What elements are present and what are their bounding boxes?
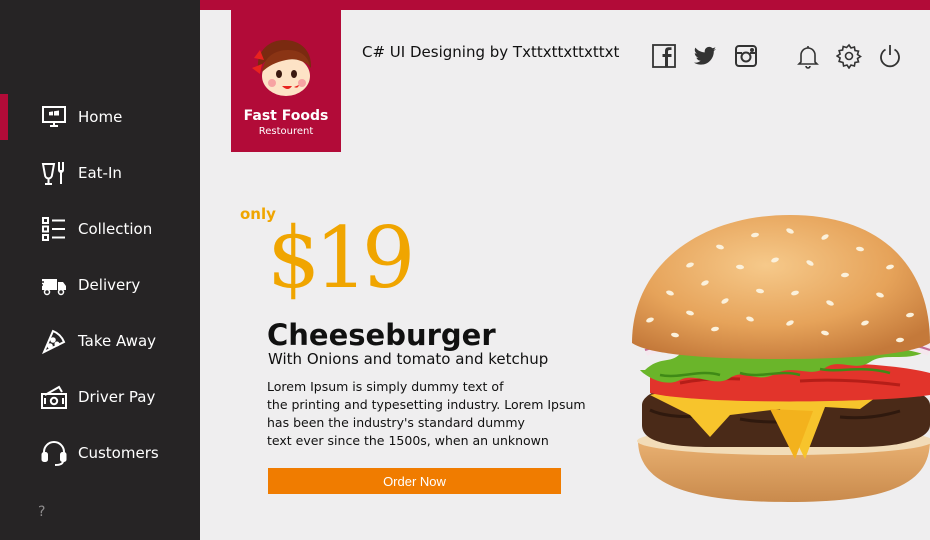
product-title: Cheeseburger <box>267 318 496 352</box>
monitor-icon <box>39 102 69 132</box>
top-accent-bar <box>200 0 930 10</box>
pizza-icon <box>39 326 69 356</box>
sidebar-item-label: Customers <box>78 444 159 462</box>
order-now-button[interactable]: Order Now <box>268 468 561 494</box>
bell-icon[interactable] <box>794 42 822 70</box>
sidebar-item-customers[interactable]: Customers <box>0 430 200 476</box>
truck-icon <box>39 270 69 300</box>
money-icon <box>39 382 69 412</box>
sidebar-item-collection[interactable]: Collection <box>0 206 200 252</box>
sidebar-item-label: Eat-In <box>78 164 122 182</box>
sidebar-item-label: Home <box>78 108 123 126</box>
product-description: Lorem Ipsum is simply dummy text of the … <box>267 379 586 448</box>
brand-name: Fast Foods <box>243 108 329 124</box>
sidebar-item-label: Delivery <box>78 276 141 294</box>
sidebar-item-label: Driver Pay <box>78 388 156 406</box>
cheeseburger-image <box>620 205 930 515</box>
product-subtitle: With Onions and tomato and ketchup <box>268 350 549 368</box>
headset-icon <box>39 438 69 468</box>
power-icon[interactable] <box>876 42 904 70</box>
twitter-icon[interactable] <box>691 42 719 70</box>
brand-tagline: Restourent <box>258 126 314 137</box>
sidebar-item-label: Collection <box>78 220 153 238</box>
sidebar: Home Eat-In Collection Delivery Take Awa… <box>0 0 200 540</box>
sidebar-item-home[interactable]: Home <box>0 94 200 140</box>
brand-logo: Fast Foods Restourent <box>231 10 341 152</box>
instagram-icon[interactable] <box>732 42 760 70</box>
checklist-icon <box>39 214 69 244</box>
facebook-icon[interactable] <box>650 42 678 70</box>
sidebar-item-eat-in[interactable]: Eat-In <box>0 150 200 196</box>
app-title: C# UI Designing by Txttxttxttxttxt <box>362 43 620 61</box>
gear-icon[interactable] <box>835 42 863 70</box>
sidebar-item-take-away[interactable]: Take Away <box>0 318 200 364</box>
sidebar-item-delivery[interactable]: Delivery <box>0 262 200 308</box>
help-button[interactable]: ? <box>38 504 45 520</box>
sidebar-item-driver-pay[interactable]: Driver Pay <box>0 374 200 420</box>
price: $19 <box>267 209 415 307</box>
dining-icon <box>39 158 69 188</box>
sidebar-item-label: Take Away <box>78 332 157 350</box>
mascot-logo-icon <box>250 36 318 104</box>
